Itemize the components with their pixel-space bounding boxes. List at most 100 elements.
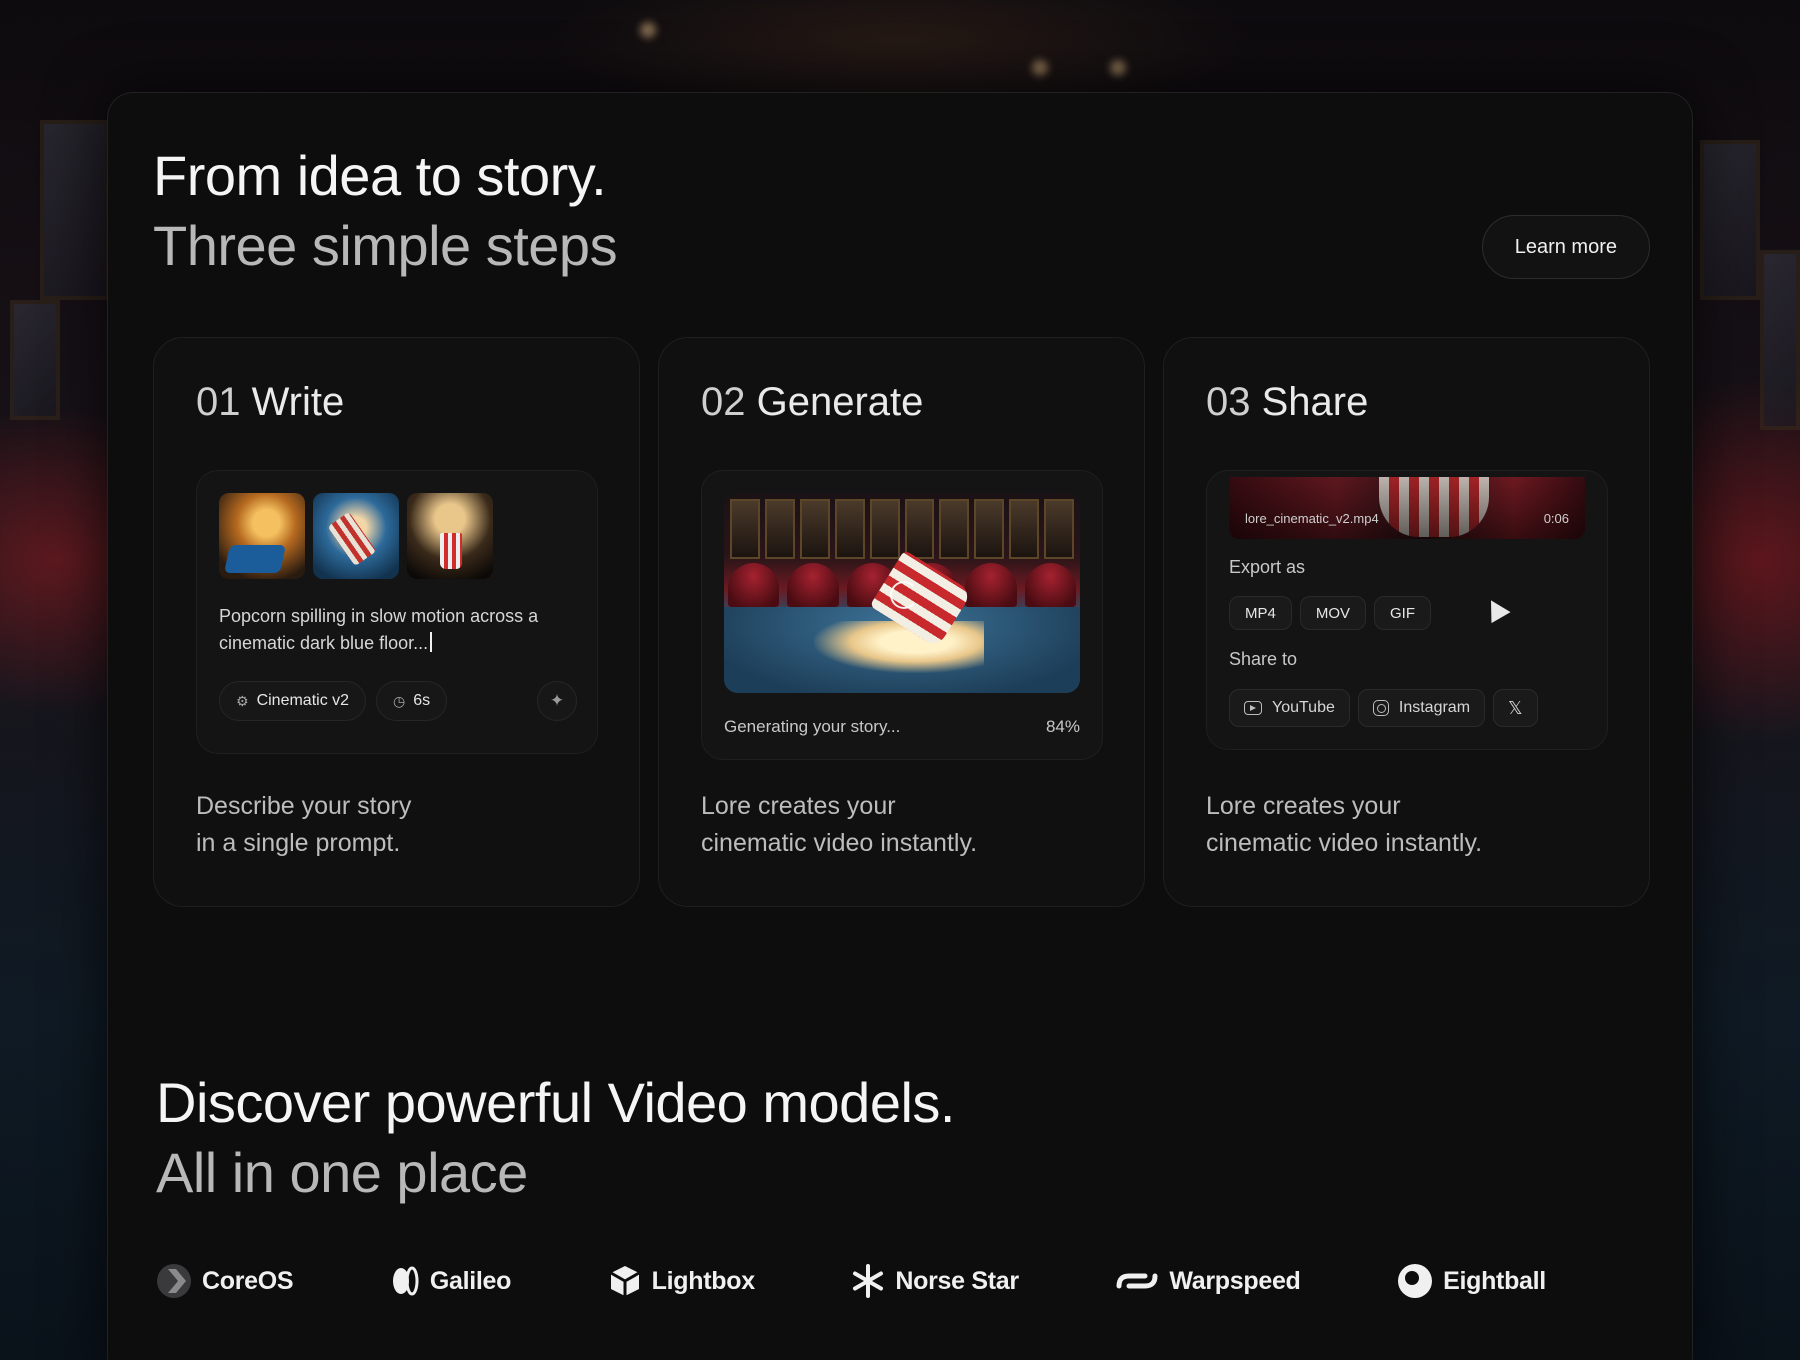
bg-poster-frame [10,300,60,420]
discover-title: Discover powerful Video models. All in o… [156,1068,955,1208]
reference-thumbnails [219,493,493,579]
bg-poster-frame [40,120,110,300]
preview-popcorn [814,621,984,673]
discover-title-line2: All in one place [156,1141,528,1204]
seat [728,563,780,607]
step-description-line2: cinematic video instantly. [701,829,978,857]
step-number: 02 [701,380,746,424]
seat [1024,563,1076,607]
export-formats: MP4 MOV GIF [1229,596,1432,630]
step-description: Describe your story in a single prompt. [196,788,596,862]
logo-lightbox[interactable]: Lightbox [608,1264,755,1298]
poster [799,499,830,559]
eightball-icon [1398,1264,1433,1298]
seat [965,563,1017,607]
step-card-share: 03 Share lore_cinematic_v2.mp4 0:06 Expo… [1163,337,1650,907]
model-logo-row: CoreOS Galileo Lightbox Norse Star Warps… [156,1263,1546,1299]
poster [904,499,935,559]
hero-title-line1: From idea to story. [153,144,607,207]
prompt-options: ⚙ Cinematic v2 ◷ 6s [219,681,448,721]
logo-eightball-label: Eightball [1443,1266,1546,1295]
cube-icon [609,1266,640,1296]
step-card-generate: 02 Generate Generating your story... 84%… [658,337,1145,907]
hero-title: From idea to story. Three simple steps [153,141,618,281]
logo-coreos[interactable]: CoreOS [156,1263,294,1299]
discover-title-line1: Discover powerful Video models. [156,1071,955,1134]
step-card-write: 01 Write Popcorn spilling in slow motion… [153,337,640,907]
step-description-line2: cinematic video instantly. [1206,829,1483,857]
step-title: 01 Write [196,380,344,425]
logo-galileo-label: Galileo [429,1266,512,1295]
coreos-icon [157,1264,191,1298]
logo-warpspeed[interactable]: Warpspeed [1115,1266,1301,1296]
model-chip[interactable]: ⚙ Cinematic v2 [219,681,367,721]
share-box: lore_cinematic_v2.mp4 0:06 Export as MP4… [1206,470,1608,750]
share-x-button[interactable]: 𝕏 [1493,689,1538,727]
step-name: Share [1261,380,1369,424]
asterisk-star-icon [853,1264,884,1298]
step-number: 01 [196,380,241,424]
clip-duration: 0:06 [1543,511,1569,526]
share-platforms: YouTube Instagram 𝕏 [1229,689,1538,727]
learn-more-button[interactable]: Learn more [1481,215,1650,279]
step-name: Generate [756,380,924,424]
logo-warpspeed-label: Warpspeed [1169,1266,1301,1295]
poster [869,499,900,559]
format-mov-button[interactable]: MOV [1299,596,1367,630]
generation-progress: 84% [1045,717,1080,736]
prompt-text: Popcorn spilling in slow motion across a… [219,606,539,653]
duration-chip[interactable]: ◷ 6s [376,681,448,721]
bg-poster-frame [1700,140,1760,300]
prompt-input[interactable]: Popcorn spilling in slow motion across a… [219,603,589,657]
step-description-line1: Lore creates your [701,792,896,820]
hero-title-line2: Three simple steps [153,214,618,277]
reference-image-thumbnail[interactable] [407,493,493,579]
logo-norse-star[interactable]: Norse Star [851,1264,1019,1298]
logo-lightbox-label: Lightbox [651,1266,755,1295]
reference-image-thumbnail[interactable] [219,493,305,579]
x-icon: 𝕏 [1508,697,1523,718]
model-icon: ⚙ [236,692,249,709]
format-mp4-button[interactable]: MP4 [1229,596,1292,630]
logo-coreos-label: CoreOS [202,1266,294,1295]
logo-galileo[interactable]: Galileo [390,1266,511,1296]
duration-chip-label: 6s [413,692,431,709]
instagram-icon [1372,700,1389,716]
generation-status: Generating your story... [724,717,901,736]
main-panel: From idea to story. Three simple steps L… [107,92,1693,1360]
video-preview [724,493,1080,693]
share-instagram-label: Instagram [1398,699,1471,716]
step-title: 02 Generate [701,380,923,425]
share-youtube-label: YouTube [1272,699,1335,716]
text-caret [430,632,433,652]
format-gif-button[interactable]: GIF [1374,596,1432,630]
mouse-cursor-icon [1481,594,1511,624]
poster [974,499,1005,559]
step-title: 03 Share [1206,380,1368,425]
share-instagram-button[interactable]: Instagram [1357,689,1486,727]
clip-shade [1229,477,1585,539]
clip-preview[interactable]: lore_cinematic_v2.mp4 0:06 [1229,477,1585,539]
sparkle-icon[interactable]: ✦ [537,681,577,721]
preview-posters [730,499,1075,559]
youtube-icon [1244,701,1262,715]
export-label: Export as [1229,557,1306,577]
generation-preview-box: Generating your story... 84% [701,470,1103,760]
logo-eightball[interactable]: Eightball [1397,1263,1546,1299]
step-description-line2: in a single prompt. [196,829,401,857]
step-description-line1: Lore creates your [1206,792,1401,820]
galileo-icon [392,1266,419,1296]
poster [730,499,760,559]
model-chip-label: Cinematic v2 [256,692,350,709]
share-youtube-button[interactable]: YouTube [1229,689,1350,727]
poster [834,499,865,559]
clock-icon: ◷ [393,692,406,709]
reference-image-thumbnail[interactable] [313,493,399,579]
step-description: Lore creates your cinematic video instan… [701,788,1101,862]
logo-norse-star-label: Norse Star [895,1266,1019,1295]
bg-poster-frame [1760,250,1800,430]
poster [764,499,795,559]
share-label: Share to [1229,649,1298,669]
prompt-box[interactable]: Popcorn spilling in slow motion across a… [196,470,598,754]
warp-link-icon [1116,1273,1158,1289]
